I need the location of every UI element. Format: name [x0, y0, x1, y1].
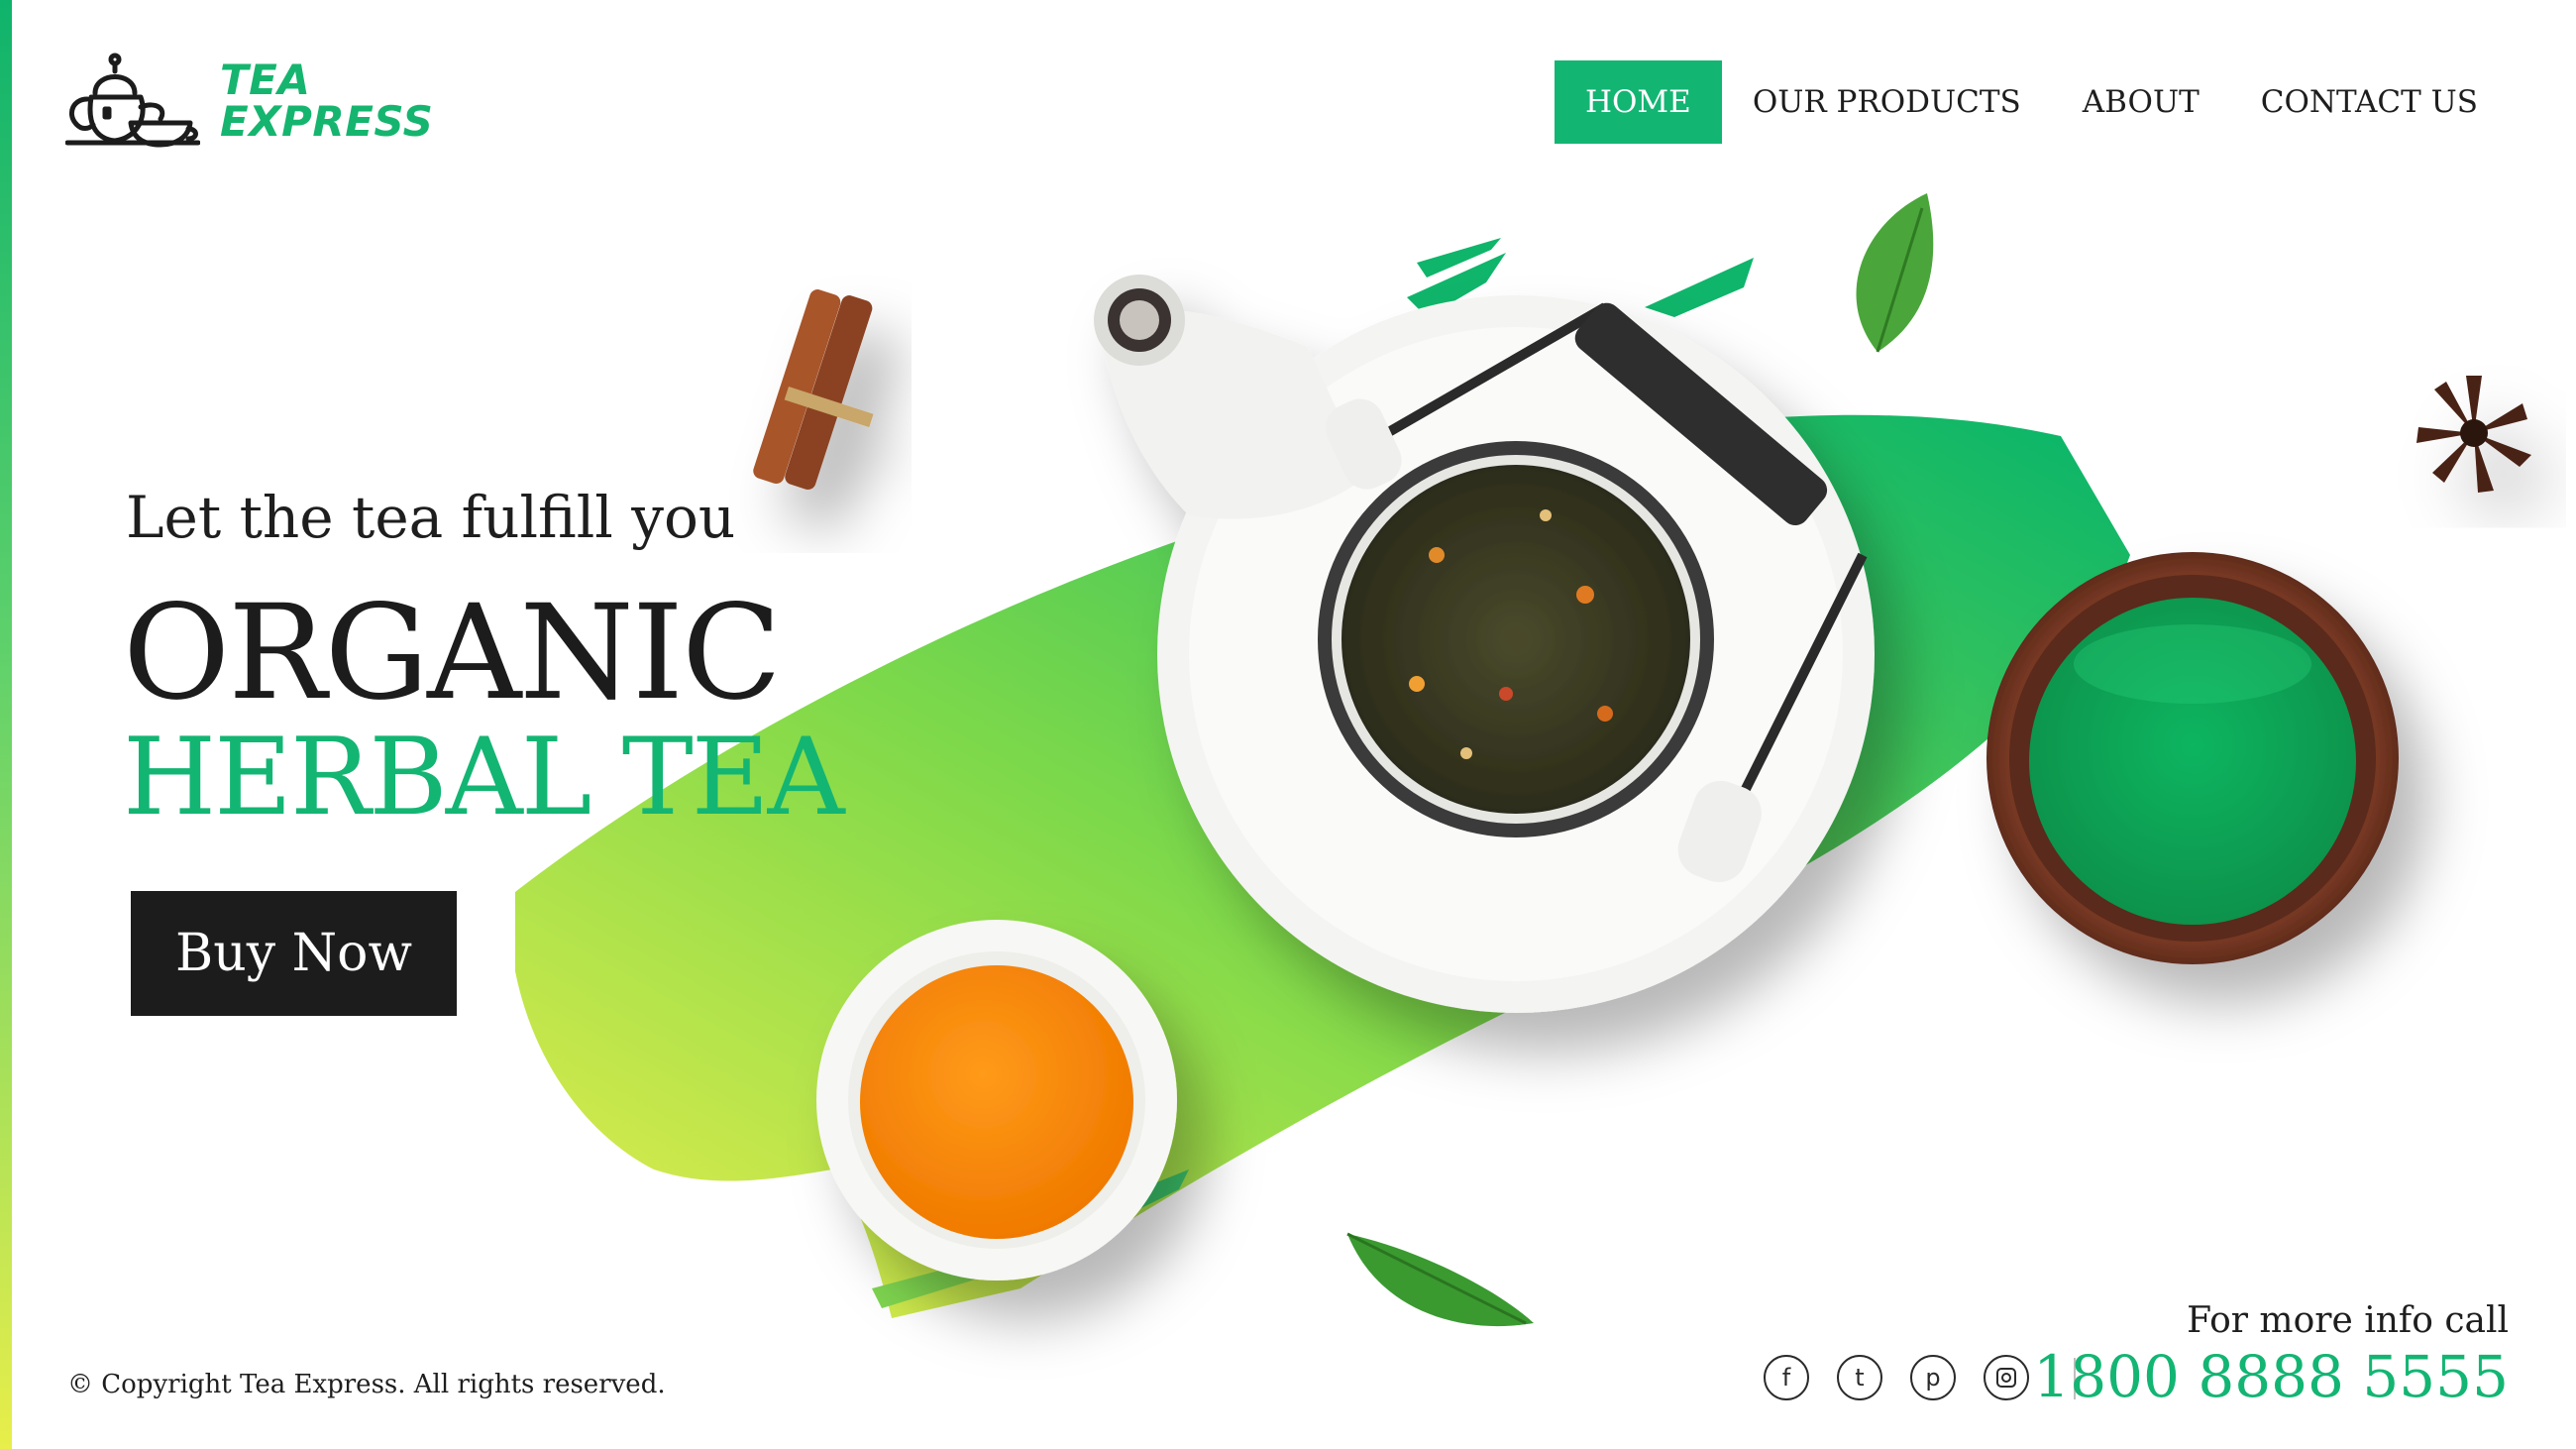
brand-logo[interactable]: TEA EXPRESS [65, 52, 433, 151]
star-anise [2416, 376, 2531, 493]
instagram-glyph [1996, 1368, 2016, 1388]
cinnamon-sticks [753, 289, 874, 491]
hero-headline-organic: ORGANIC [123, 577, 782, 729]
teapot-icon [65, 53, 200, 148]
brand-name-line1: TEA [220, 56, 311, 104]
orange-tea-cup [816, 920, 1177, 1281]
hero-tagline: Let the tea fulfill you [126, 484, 736, 551]
copyright-text: © Copyright Tea Express. All rights rese… [67, 1370, 666, 1399]
instagram-icon[interactable] [1984, 1355, 2029, 1400]
nav-about[interactable]: ABOUT [2052, 60, 2230, 144]
buy-now-button[interactable]: Buy Now [131, 891, 457, 1016]
nav-contact-us[interactable]: CONTACT US [2230, 60, 2509, 144]
info-call-label: For more info call [2187, 1300, 2509, 1341]
nav-our-products[interactable]: OUR PRODUCTS [1722, 60, 2052, 144]
phone-number[interactable]: 1800 8888 5555 [2033, 1343, 2509, 1410]
twitter-icon[interactable]: t [1837, 1355, 1882, 1400]
nav-home[interactable]: HOME [1554, 60, 1722, 144]
brand-name-line2: EXPRESS [220, 97, 434, 146]
tea-leaf-bottom [1346, 1232, 1534, 1327]
hero-headline-herbal-tea: HERBAL TEA [123, 716, 845, 839]
facebook-icon[interactable]: f [1764, 1355, 1809, 1400]
clay-tea-cup [1986, 552, 2399, 964]
tea-leaf-top [1856, 193, 1934, 353]
main-nav: HOME OUR PRODUCTS ABOUT CONTACT US [1554, 60, 2509, 144]
brand-name: TEA EXPRESS [220, 59, 433, 143]
pinterest-icon[interactable]: p [1910, 1355, 1956, 1400]
social-links: f t p [1764, 1355, 2057, 1400]
